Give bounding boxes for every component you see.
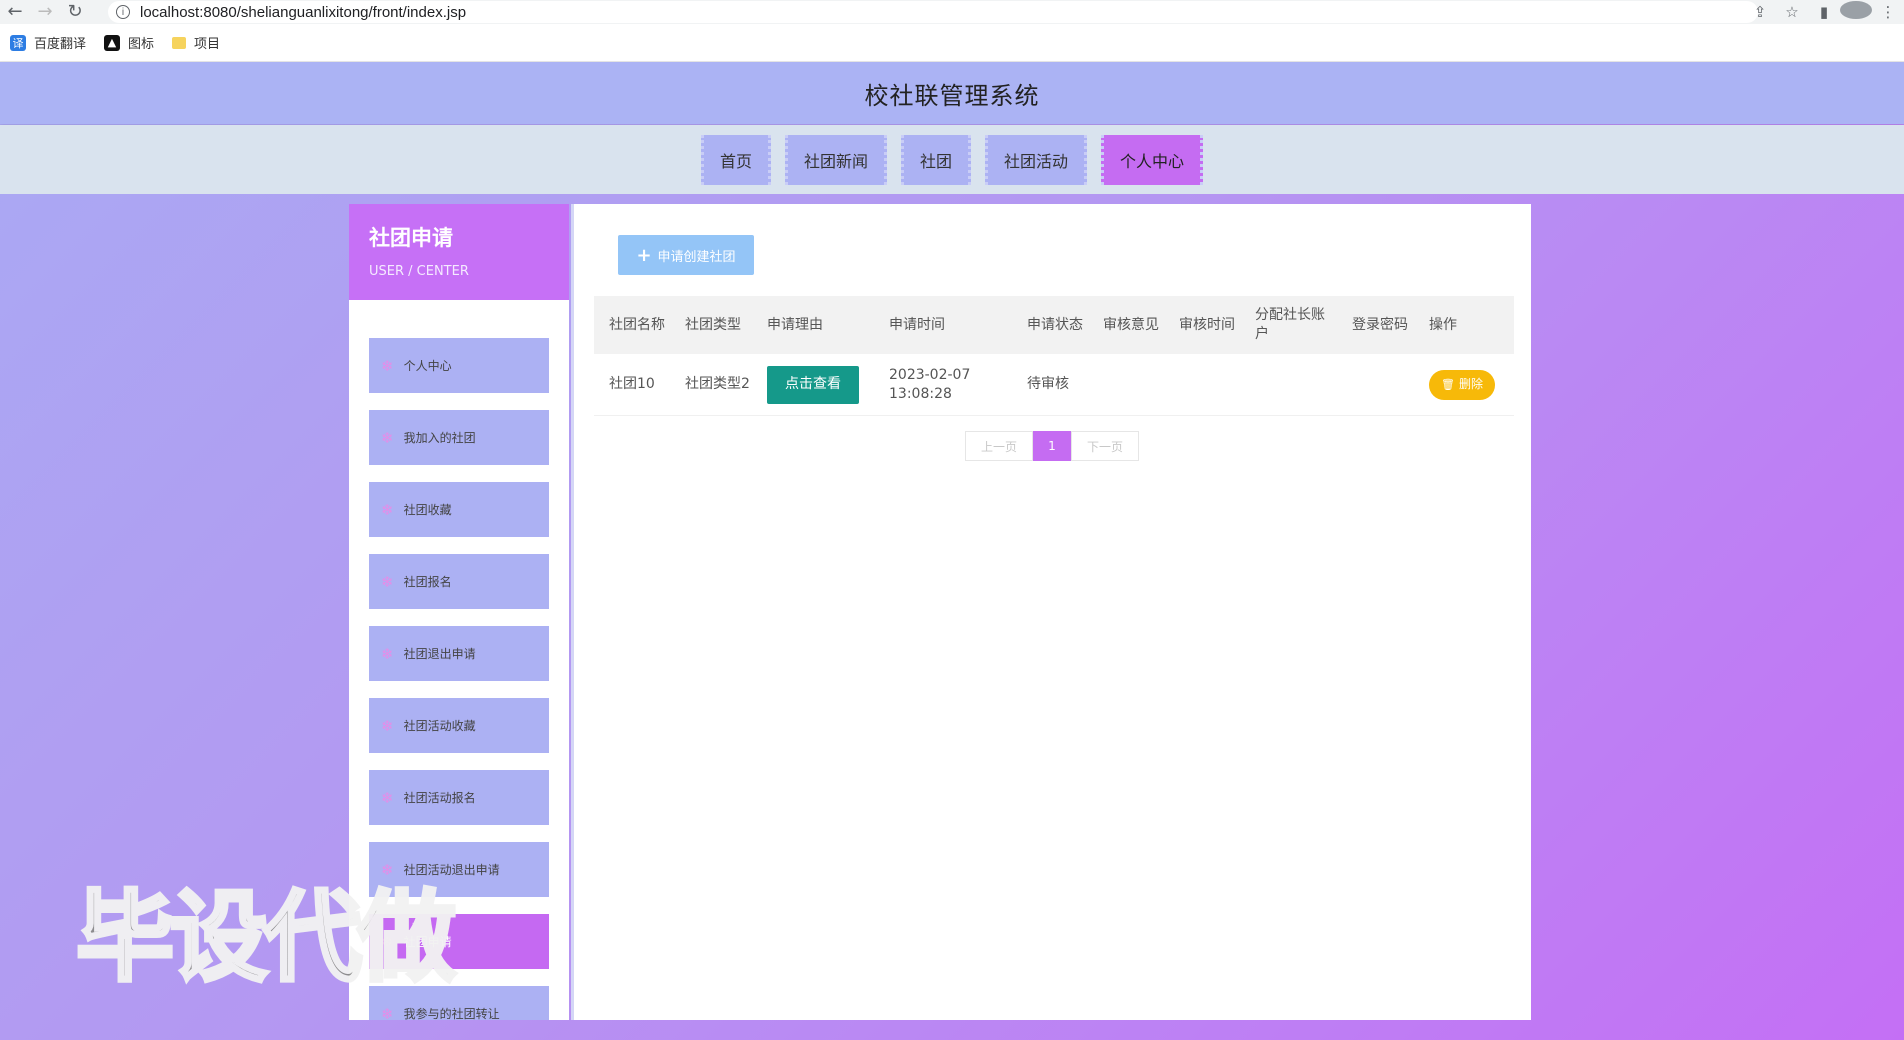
snowflake-icon: ❄ (381, 572, 394, 591)
main-panel: + 申请创建社团 社团名称 社团类型 申请理由 申请时间 申请状态 审核意见 审… (571, 204, 1531, 1020)
snowflake-icon: ❄ (381, 644, 394, 663)
col-actions: 操作 (1429, 316, 1457, 333)
sidebar-item-club-favorites[interactable]: ❄ 社团收藏 (369, 482, 549, 537)
cell-club-name: 社团10 (609, 376, 655, 392)
bookmark-project[interactable]: 项目 (172, 33, 220, 52)
col-opinion: 审核意见 (1103, 316, 1159, 333)
delete-button[interactable]: 🗑 删除 (1429, 369, 1495, 400)
sidebar-item-personal-center[interactable]: ❄ 个人中心 (369, 338, 549, 393)
col-review-time: 审核时间 (1179, 316, 1235, 333)
reload-icon[interactable]: ↻ (60, 0, 90, 24)
table-row: 社团10 社团类型2 点击查看 2023-02-07 13:08:28 待审核 … (594, 354, 1514, 416)
apply-clock: 13:08:28 (889, 385, 952, 402)
main-nav: 首页 社团新闻 社团 社团活动 个人中心 (0, 125, 1904, 194)
browser-actions: ⇪ ☆ ▮ ⋮ (1744, 0, 1904, 24)
menu-icon[interactable]: ⋮ (1872, 3, 1904, 21)
pagination: 上一页 1 下一页 (965, 431, 1139, 461)
browser-toolbar: ← → ↻ i localhost:8080/shelianguanlixito… (0, 0, 1904, 24)
cell-reason: 点击查看 (752, 365, 874, 404)
next-page-button[interactable]: 下一页 (1071, 431, 1139, 461)
cell-status: 待审核 (1027, 376, 1069, 392)
nav-personal-center[interactable]: 个人中心 (1101, 134, 1204, 185)
col-apply-time: 申请时间 (889, 316, 945, 333)
sidebar-item-club-exit[interactable]: ❄ 社团退出申请 (369, 626, 549, 681)
col-account: 分配社长账户 (1255, 307, 1325, 342)
snowflake-icon: ❄ (381, 428, 394, 447)
applications-table: 社团名称 社团类型 申请理由 申请时间 申请状态 审核意见 审核时间 分配社长账… (594, 296, 1514, 416)
side-panel-icon[interactable]: ▮ (1808, 3, 1840, 21)
sidebar-item-activity-signup[interactable]: ❄ 社团活动报名 (369, 770, 549, 825)
sidebar-header: 社团申请 USER / CENTER (349, 204, 569, 300)
bookmarks-bar: 译 百度翻译 ▲ 图标 项目 (0, 24, 1904, 62)
sidebar-title: 社团申请 (369, 226, 453, 250)
url-text: localhost:8080/shelianguanlixitong/front… (140, 3, 467, 21)
col-club-type: 社团类型 (685, 316, 741, 333)
cell-actions: 🗑 删除 (1414, 369, 1514, 400)
col-status: 申请状态 (1027, 316, 1083, 333)
current-page[interactable]: 1 (1033, 431, 1071, 461)
star-icon[interactable]: ☆ (1776, 3, 1808, 21)
bookmark-translate[interactable]: 译 百度翻译 (10, 33, 86, 52)
apply-date: 2023-02-07 (889, 366, 971, 383)
nav-club-news[interactable]: 社团新闻 (784, 134, 887, 185)
snowflake-icon: ❄ (381, 716, 394, 735)
image-icon: ▲ (104, 34, 121, 51)
address-bar[interactable]: i localhost:8080/shelianguanlixitong/fro… (108, 1, 1758, 23)
back-icon[interactable]: ← (0, 0, 30, 24)
snowflake-icon: ❄ (381, 356, 394, 375)
table-header: 社团名称 社团类型 申请理由 申请时间 申请状态 审核意见 审核时间 分配社长账… (594, 296, 1514, 354)
sidebar-subtitle: USER / CENTER (369, 264, 469, 279)
bookmark-icons[interactable]: ▲ 图标 (104, 33, 154, 52)
trash-icon: 🗑 (1441, 378, 1455, 391)
nav-clubs[interactable]: 社团 (900, 134, 971, 185)
col-password: 登录密码 (1352, 316, 1408, 333)
snowflake-icon: ❄ (381, 500, 394, 519)
snowflake-icon: ❄ (381, 1004, 394, 1021)
snowflake-icon: ❄ (381, 788, 394, 807)
translate-icon: 译 (10, 34, 26, 51)
col-club-name: 社团名称 (609, 316, 665, 333)
nav-home[interactable]: 首页 (700, 134, 771, 185)
prev-page-button[interactable]: 上一页 (965, 431, 1033, 461)
view-reason-button[interactable]: 点击查看 (767, 365, 859, 404)
create-club-button[interactable]: + 申请创建社团 (618, 235, 754, 275)
plus-icon: + (636, 244, 652, 266)
site-title: 校社联管理系统 (864, 81, 1040, 110)
cell-apply-time: 2023-02-07 13:08:28 (874, 366, 1012, 404)
cell-club-type: 社团类型2 (685, 376, 750, 392)
forward-icon[interactable]: → (30, 0, 60, 24)
site-header: 校社联管理系统 (0, 62, 1904, 124)
profile-icon[interactable] (1840, 1, 1872, 23)
nav-club-activities[interactable]: 社团活动 (985, 134, 1088, 185)
share-icon[interactable]: ⇪ (1744, 3, 1776, 21)
site-info-icon[interactable]: i (116, 5, 130, 19)
sidebar-item-club-signup[interactable]: ❄ 社团报名 (369, 554, 549, 609)
folder-icon (172, 36, 187, 49)
sidebar-item-activity-favorites[interactable]: ❄ 社团活动收藏 (369, 698, 549, 753)
watermark-text: 毕设代做 (74, 879, 458, 997)
col-reason: 申请理由 (767, 316, 823, 333)
sidebar-item-my-clubs[interactable]: ❄ 我加入的社团 (369, 410, 549, 465)
